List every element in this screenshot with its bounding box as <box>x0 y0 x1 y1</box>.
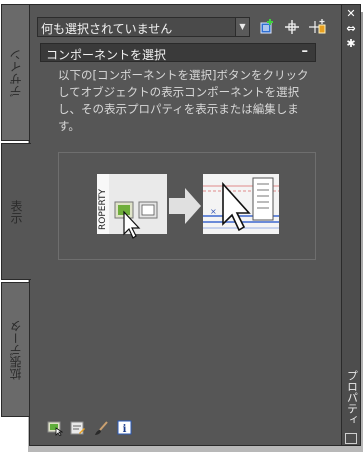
tab-design-label: デザイン <box>9 48 23 97</box>
palette-icon[interactable] <box>345 433 357 444</box>
selection-value: 何も選択されていません <box>41 22 173 36</box>
tab-design[interactable]: デザイン <box>1 4 29 141</box>
autohide-icon[interactable]: ⇔ <box>342 23 360 35</box>
quick-select-icon[interactable] <box>257 17 277 37</box>
properties-palette: デザイン 表示 拡張データ 何も選択されていません ▼ コンポーネントを選択 –… <box>0 0 363 452</box>
section-description: 以下の[コンポーネントを選択]ボタンをクリックしてオブジェクトの表示コンポーネン… <box>58 68 309 133</box>
section-title: コンポーネントを選択 <box>46 48 167 62</box>
selection-dropdown[interactable]: 何も選択されていません ▼ <box>37 17 250 37</box>
tab-extended-data[interactable]: 拡張データ <box>1 282 29 417</box>
figure-left-label: ROPERTY <box>98 188 108 230</box>
palette-title: プロパティ <box>343 370 360 425</box>
close-icon[interactable]: ✕ <box>342 8 360 20</box>
select-component-illustration: ROPERTY × <box>97 174 279 239</box>
settings-icon[interactable]: ✱ <box>342 38 360 50</box>
toggle-pickadd-icon[interactable] <box>307 17 327 37</box>
palette-titlebar[interactable]: ✕ ⇔ ✱ プロパティ <box>341 4 361 446</box>
select-component-icon[interactable] <box>47 420 63 436</box>
chevron-down-icon[interactable]: ▼ <box>235 18 249 36</box>
palette-title-text: プロパティ <box>345 370 359 425</box>
tab-display-label: 表示 <box>9 199 23 224</box>
collapse-button[interactable]: – <box>302 44 309 59</box>
style-brush-icon[interactable] <box>93 420 109 436</box>
select-objects-icon[interactable] <box>282 17 302 37</box>
info-icon[interactable]: i <box>117 420 133 436</box>
svg-text:i: i <box>123 424 127 435</box>
tab-extended-data-label: 拡張データ <box>9 319 23 380</box>
tab-display[interactable]: 表示 <box>1 143 31 280</box>
svg-text:×: × <box>210 207 217 216</box>
section-header-select-component[interactable]: コンポーネントを選択 – <box>40 43 316 62</box>
edit-display-icon[interactable] <box>70 420 86 436</box>
